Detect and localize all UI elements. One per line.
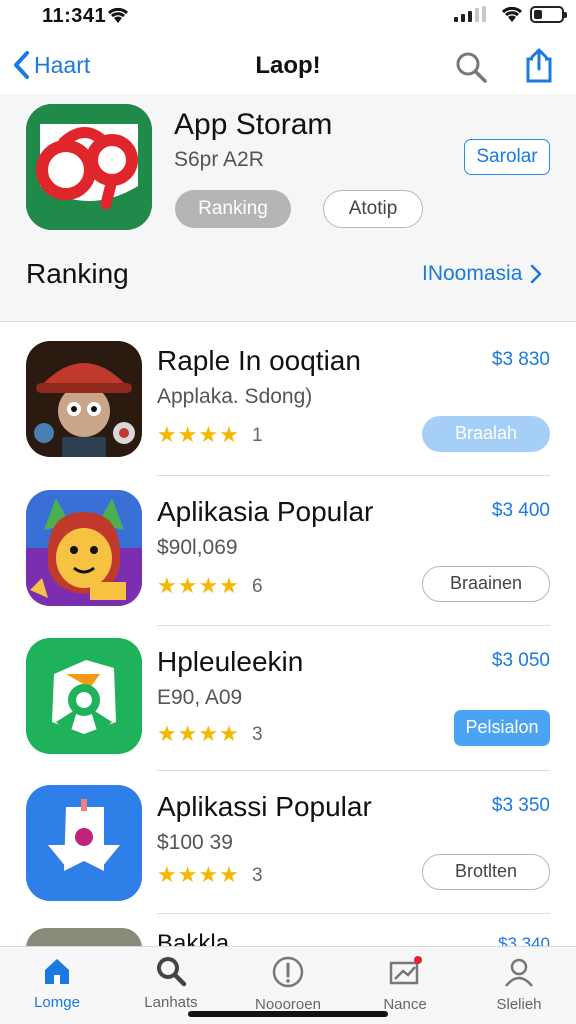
app-subtitle: $100 39 bbox=[157, 831, 233, 854]
tab-home[interactable]: Lomge bbox=[2, 955, 112, 1011]
app-name: Hpleuleekin bbox=[157, 646, 304, 677]
rating-count: 6 bbox=[252, 576, 263, 597]
wifi-icon bbox=[500, 5, 524, 28]
search-icon bbox=[456, 52, 487, 83]
cellular-signal-icon bbox=[454, 6, 486, 22]
info-circle-icon bbox=[272, 956, 304, 988]
tab-info[interactable]: Noooroen bbox=[233, 955, 343, 1013]
search-button[interactable] bbox=[454, 50, 488, 89]
app-subtitle: E90, A09 bbox=[157, 686, 243, 709]
ranking-chip[interactable]: Ranking bbox=[175, 190, 291, 228]
tab-label: Lanhats bbox=[144, 994, 198, 1011]
get-button[interactable]: Braainen bbox=[422, 566, 550, 602]
list-item[interactable]: Raple In ooqtian Applaka. Sdong) ★★★★ 1 … bbox=[0, 325, 576, 475]
section-title: Ranking bbox=[26, 258, 129, 289]
app-subtitle: $90l,069 bbox=[157, 536, 238, 559]
home-indicator[interactable] bbox=[188, 1011, 388, 1017]
battery-icon bbox=[530, 6, 567, 23]
star-rating: ★★★★ bbox=[157, 573, 240, 598]
secondary-chip[interactable]: Atotip bbox=[323, 190, 423, 228]
app-icon bbox=[26, 638, 142, 754]
status-time: 11:341 bbox=[42, 5, 107, 27]
status-bar: 11:341 bbox=[0, 0, 576, 34]
home-icon bbox=[45, 959, 69, 984]
star-rating: ★★★★ bbox=[157, 862, 240, 887]
region-selector-link[interactable]: INoomasia bbox=[422, 262, 542, 286]
share-icon bbox=[526, 48, 552, 83]
navigation-bar: Haart Laop! bbox=[0, 40, 576, 94]
tab-search[interactable]: Lanhats bbox=[116, 955, 226, 1011]
app-icon bbox=[26, 490, 142, 606]
tab-profile[interactable]: Slelieh bbox=[464, 955, 574, 1013]
get-button[interactable]: Brotlten bbox=[422, 854, 550, 890]
featured-app-subtitle: S6pr A2R bbox=[174, 148, 264, 171]
rating-count: 3 bbox=[252, 724, 263, 745]
get-button[interactable]: Pelsialon bbox=[454, 710, 550, 746]
wifi-icon bbox=[106, 6, 130, 29]
app-subtitle: Applaka. Sdong) bbox=[157, 385, 313, 408]
app-name: Raple In ooqtian bbox=[157, 345, 361, 376]
app-price: $3 350 bbox=[491, 795, 550, 816]
app-icon bbox=[26, 785, 142, 901]
tab-charts[interactable]: Nance bbox=[350, 955, 460, 1013]
list-item[interactable]: Aplikasia Popular $90l,069 ★★★★ 6 $3 400… bbox=[0, 476, 576, 626]
star-rating: ★★★★ bbox=[157, 721, 240, 746]
app-icon bbox=[26, 928, 142, 948]
app-price: $3 340 bbox=[498, 934, 550, 946]
app-icon bbox=[26, 341, 142, 457]
rating-count: 3 bbox=[252, 865, 263, 886]
app-price: $3 830 bbox=[491, 349, 550, 370]
search-icon bbox=[157, 957, 187, 987]
tab-label: Slelieh bbox=[496, 996, 542, 1013]
person-icon bbox=[505, 958, 533, 987]
app-price: $3 050 bbox=[491, 650, 550, 671]
featured-app-name: App Storam bbox=[174, 108, 333, 141]
list-item[interactable]: Hpleuleekin E90, A09 ★★★★ 3 $3 050 Pelsi… bbox=[0, 626, 576, 776]
share-button[interactable] bbox=[524, 47, 554, 88]
divider bbox=[157, 913, 550, 914]
list-item[interactable]: Aplikassi Popular $100 39 ★★★★ 3 $3 350 … bbox=[0, 771, 576, 921]
chart-icon bbox=[389, 956, 422, 985]
featured-app-action-button[interactable]: Sarolar bbox=[464, 139, 550, 175]
featured-app-icon[interactable] bbox=[26, 104, 152, 230]
tab-label: Lomge bbox=[34, 994, 80, 1011]
star-rating: ★★★★ bbox=[157, 422, 240, 447]
app-name: Bakkla bbox=[157, 930, 230, 946]
app-name: Aplikassi Popular bbox=[157, 791, 372, 822]
region-label: INoomasia bbox=[422, 262, 523, 285]
rating-count: 1 bbox=[252, 425, 263, 446]
get-button[interactable]: Braalah bbox=[422, 416, 550, 452]
app-name: Aplikasia Popular bbox=[157, 496, 374, 527]
chevron-right-icon bbox=[531, 264, 542, 284]
page-title: Laop! bbox=[255, 52, 321, 79]
app-price: $3 400 bbox=[491, 500, 550, 521]
